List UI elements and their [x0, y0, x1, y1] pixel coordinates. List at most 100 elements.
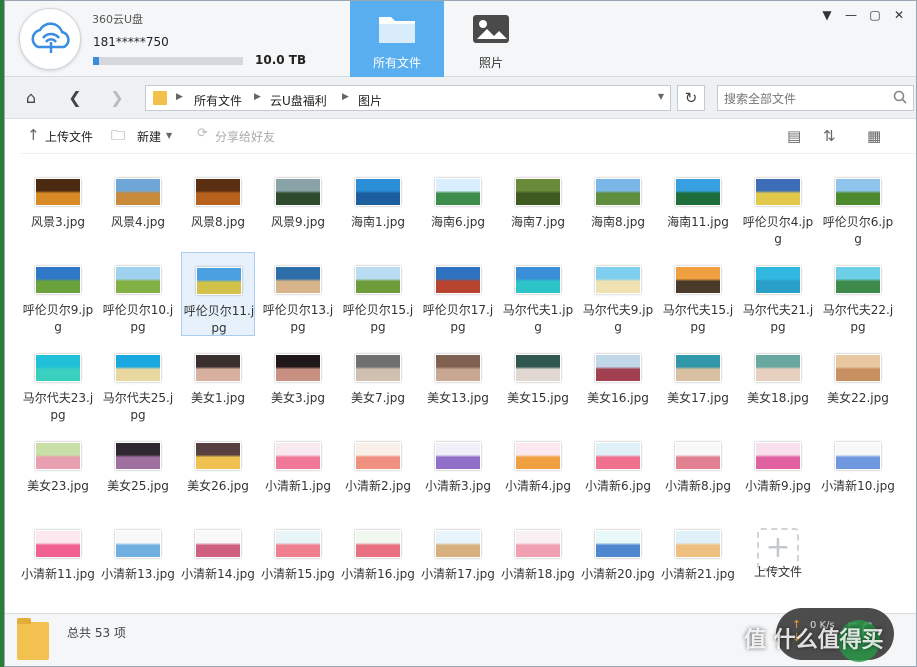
file-tile[interactable]: 小清新15.jpg	[261, 516, 335, 600]
file-tile[interactable]: 美女25.jpg	[101, 428, 175, 512]
file-tile[interactable]: 海南6.jpg	[421, 164, 495, 248]
breadcrumb-item[interactable]: 所有文件	[194, 92, 242, 109]
file-name: 小清新10.jpg	[821, 479, 895, 493]
sort-icon[interactable]: ⇅	[823, 127, 836, 145]
file-tile[interactable]: 小清新2.jpg	[341, 428, 415, 512]
file-tile[interactable]: 海南8.jpg	[581, 164, 655, 248]
file-name: 风景8.jpg	[190, 215, 246, 229]
file-tile[interactable]: 马尔代夫1.jpg	[501, 252, 575, 336]
image-thumbnail	[355, 178, 401, 206]
file-tile[interactable]: 美女26.jpg	[181, 428, 255, 512]
file-tile[interactable]: 小清新20.jpg	[581, 516, 655, 600]
file-tile[interactable]: 马尔代夫21.jpg	[741, 252, 815, 336]
file-tile[interactable]: 美女18.jpg	[741, 340, 815, 424]
share-to-friend-button[interactable]: 分享给好友	[215, 128, 275, 145]
home-icon[interactable]: ⌂	[19, 86, 43, 110]
breadcrumb[interactable]: ▶ 所有文件 ▶ 云U盘福利 ▶ 图片 ▼	[145, 85, 671, 111]
file-tile[interactable]: 呼伦贝尔4.jpg	[741, 164, 815, 248]
file-tile[interactable]: 呼伦贝尔6.jpg	[821, 164, 895, 248]
file-tile[interactable]: 美女3.jpg	[261, 340, 335, 424]
file-tile[interactable]: 马尔代夫23.jpg	[21, 340, 95, 424]
upload-file-tile[interactable]: + 上传文件	[741, 516, 815, 600]
file-tile[interactable]: 呼伦贝尔13.jpg	[261, 252, 335, 336]
image-thumbnail	[675, 354, 721, 382]
file-tile[interactable]: 美女16.jpg	[581, 340, 655, 424]
breadcrumb-item[interactable]: 云U盘福利	[270, 92, 327, 109]
file-name: 小清新6.jpg	[584, 479, 652, 493]
file-tile[interactable]: 海南11.jpg	[661, 164, 735, 248]
file-tile[interactable]: 小清新3.jpg	[421, 428, 495, 512]
grid-view-icon[interactable]: ▦	[867, 127, 881, 145]
file-tile[interactable]: 呼伦贝尔17.jpg	[421, 252, 495, 336]
search-input[interactable]	[724, 90, 884, 108]
file-tile[interactable]: 小清新8.jpg	[661, 428, 735, 512]
refresh-button[interactable]: ↻	[677, 85, 705, 111]
file-tile[interactable]: 小清新4.jpg	[501, 428, 575, 512]
dropdown-menu-icon[interactable]: ▼	[819, 7, 835, 23]
file-name: 美女18.jpg	[747, 391, 809, 405]
close-icon[interactable]: ✕	[891, 7, 907, 23]
file-tile[interactable]: 呼伦贝尔15.jpg	[341, 252, 415, 336]
new-button[interactable]: 新建	[137, 128, 161, 145]
file-tile[interactable]: 风景3.jpg	[21, 164, 95, 248]
file-tile[interactable]: 小清新6.jpg	[581, 428, 655, 512]
file-tile[interactable]: 美女17.jpg	[661, 340, 735, 424]
file-tile[interactable]: 小清新17.jpg	[421, 516, 495, 600]
upload-file-button[interactable]: 上传文件	[45, 128, 93, 145]
minimize-icon[interactable]: —	[843, 7, 859, 23]
file-tile[interactable]: 海南7.jpg	[501, 164, 575, 248]
forward-icon[interactable]: ❯	[105, 86, 129, 110]
file-tile[interactable]: 风景4.jpg	[101, 164, 175, 248]
file-name: 小清新20.jpg	[581, 567, 655, 581]
image-thumbnail	[595, 354, 641, 382]
file-tile[interactable]: 美女22.jpg	[821, 340, 895, 424]
tab-photos-label: 照片	[478, 56, 503, 70]
tab-photos[interactable]: 照片	[444, 1, 538, 77]
file-tile[interactable]: 呼伦贝尔11.jpg	[181, 252, 255, 336]
file-tile[interactable]: 小清新16.jpg	[341, 516, 415, 600]
maximize-icon[interactable]: ▢	[867, 7, 883, 23]
folder-icon	[377, 11, 417, 45]
image-thumbnail	[195, 354, 241, 382]
file-tile[interactable]: 小清新10.jpg	[821, 428, 895, 512]
file-tile[interactable]: 小清新11.jpg	[21, 516, 95, 600]
file-tile[interactable]: 小清新21.jpg	[661, 516, 735, 600]
file-tile[interactable]: 呼伦贝尔10.jpg	[101, 252, 175, 336]
image-thumbnail	[515, 354, 561, 382]
file-name: 呼伦贝尔4.jpg	[742, 215, 814, 246]
chevron-down-icon[interactable]: ▼	[658, 92, 664, 101]
file-tile[interactable]: 小清新14.jpg	[181, 516, 255, 600]
file-tile[interactable]: 马尔代夫15.jpg	[661, 252, 735, 336]
file-tile[interactable]: 小清新9.jpg	[741, 428, 815, 512]
file-tile[interactable]: 风景9.jpg	[261, 164, 335, 248]
file-tile[interactable]: 马尔代夫22.jpg	[821, 252, 895, 336]
search-box[interactable]	[717, 85, 914, 111]
file-tile[interactable]: 小清新13.jpg	[101, 516, 175, 600]
file-tile[interactable]: 呼伦贝尔9.jpg	[21, 252, 95, 336]
file-tile[interactable]: 小清新1.jpg	[261, 428, 335, 512]
file-tile[interactable]: 马尔代夫9.jpg	[581, 252, 655, 336]
file-tile[interactable]: 美女15.jpg	[501, 340, 575, 424]
image-thumbnail	[595, 266, 641, 294]
image-thumbnail	[595, 178, 641, 206]
refresh-icon: ↻	[684, 89, 698, 107]
image-thumbnail	[515, 442, 561, 470]
tab-all-files[interactable]: 所有文件	[350, 1, 444, 77]
chevron-down-icon[interactable]: ▼	[166, 131, 172, 140]
image-thumbnail	[275, 354, 321, 382]
image-thumbnail	[435, 266, 481, 294]
file-tile[interactable]: 海南1.jpg	[341, 164, 415, 248]
file-name: 风景4.jpg	[110, 215, 166, 229]
file-tile[interactable]: 美女7.jpg	[341, 340, 415, 424]
detail-view-icon[interactable]: ▤	[787, 127, 801, 145]
file-tile[interactable]: 美女13.jpg	[421, 340, 495, 424]
file-tile[interactable]: 风景8.jpg	[181, 164, 255, 248]
breadcrumb-item[interactable]: 图片	[358, 92, 382, 109]
search-icon[interactable]	[893, 90, 907, 104]
file-tile[interactable]: 美女23.jpg	[21, 428, 95, 512]
file-tile[interactable]: 美女1.jpg	[181, 340, 255, 424]
back-icon[interactable]: ❮	[63, 86, 87, 110]
file-tile[interactable]: 马尔代夫25.jpg	[101, 340, 175, 424]
file-tile[interactable]: 小清新18.jpg	[501, 516, 575, 600]
file-name: 美女26.jpg	[187, 479, 249, 493]
